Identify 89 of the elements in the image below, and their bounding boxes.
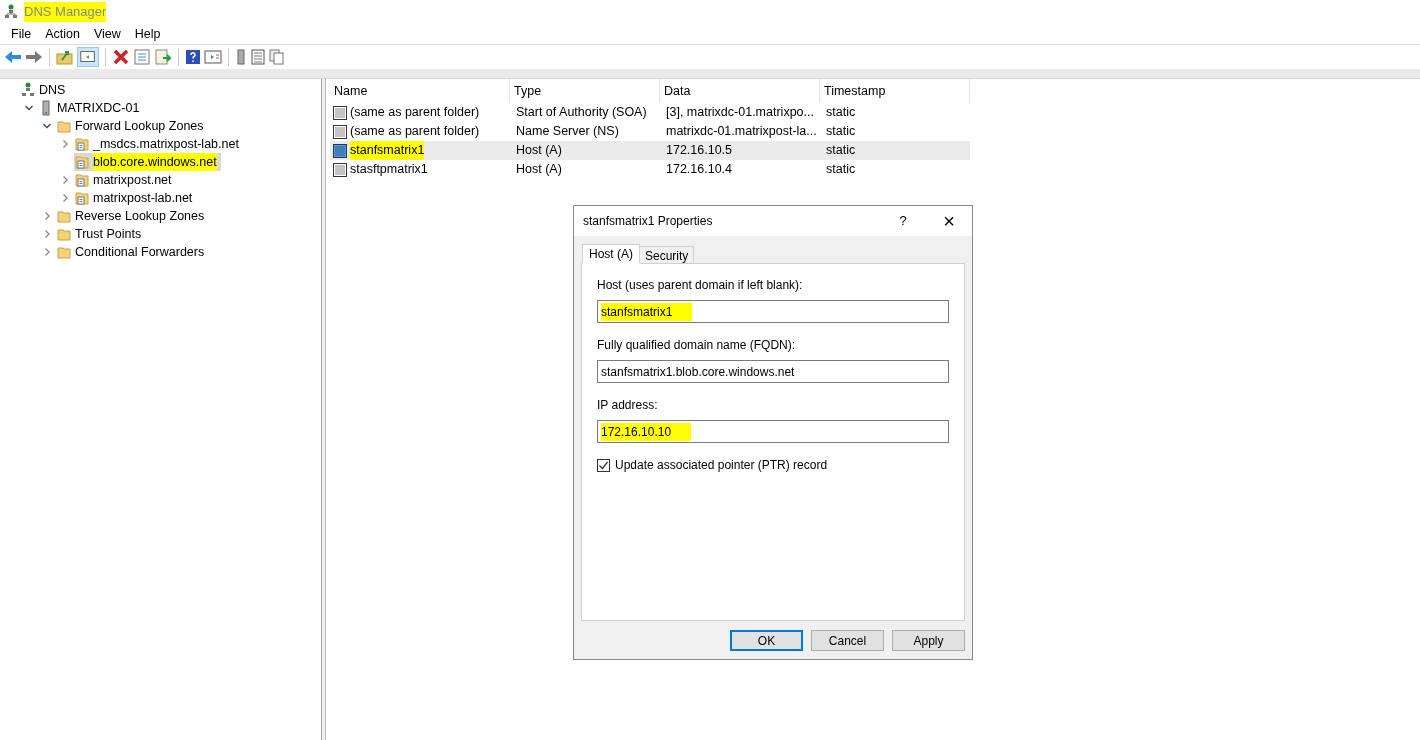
folder-icon	[57, 118, 71, 134]
menu-item[interactable]: View	[86, 24, 128, 44]
network-icon	[21, 82, 35, 98]
table-row[interactable]: stanfsmatrix1 Host (A) 172.16.10.5 static	[330, 141, 970, 160]
tree-item[interactable]: Forward Lookup Zones	[56, 117, 208, 135]
checkbox-label: Update associated pointer (PTR) record	[615, 457, 828, 474]
dialog-tab[interactable]: Host (A)	[582, 244, 640, 264]
folder-icon	[57, 208, 71, 224]
export-list-icon[interactable]	[154, 49, 172, 65]
column-header[interactable]: Name	[330, 79, 510, 103]
table-cell-text: 172.16.10.4	[665, 161, 734, 179]
window-pane-icon[interactable]	[204, 49, 222, 65]
folder-icon	[57, 244, 71, 260]
folder-up-icon[interactable]	[56, 49, 74, 65]
table-cell-text: (same as parent folder)	[350, 104, 480, 122]
record-icon	[332, 104, 348, 121]
help-icon[interactable]	[185, 49, 201, 65]
record-icon	[332, 142, 348, 159]
close-button[interactable]: ×	[926, 206, 972, 236]
column-header[interactable]: Data	[660, 79, 820, 103]
tree-item[interactable]: DNS	[20, 81, 70, 99]
field-label: Fully qualified domain name (FQDN):	[597, 337, 797, 354]
dialog-title: stanfsmatrix1 Properties	[583, 213, 714, 230]
window-title: DNS Manager	[24, 2, 107, 22]
tree-item[interactable]: blob.core.windows.net	[74, 153, 221, 171]
text-field[interactable]: 172.16.10.10	[597, 420, 949, 443]
field-label: IP address:	[597, 397, 659, 414]
dialog-button[interactable]: Cancel	[811, 630, 884, 651]
menu-item[interactable]: File	[4, 24, 39, 44]
column-header[interactable]: Timestamp	[820, 79, 970, 103]
text-field[interactable]: stanfsmatrix1	[597, 300, 949, 323]
table-cell-text: static	[825, 142, 857, 160]
menu-item[interactable]: Help	[127, 24, 168, 44]
collapse-chevron-icon[interactable]	[42, 121, 52, 131]
record-icon	[332, 123, 348, 140]
help-button[interactable]: ?	[880, 206, 926, 236]
table-cell-text: 172.16.10.5	[665, 142, 734, 160]
field-label: Host (uses parent domain if left blank):	[597, 277, 804, 294]
table-cell: stanfsmatrix1	[350, 141, 425, 160]
server-icon[interactable]	[235, 49, 247, 65]
ptr-checkbox[interactable]	[597, 458, 610, 472]
dialog-button[interactable]: OK	[730, 630, 803, 651]
tree-item[interactable]: MATRIXDC-01	[38, 99, 144, 117]
table-cell-text: Host (A)	[515, 142, 563, 160]
dialog-button[interactable]: Apply	[892, 630, 965, 651]
tree-item[interactable]: Trust Points	[56, 225, 146, 243]
table-cell-text: (same as parent folder)	[350, 123, 480, 141]
record-icon	[332, 161, 348, 178]
list-icon[interactable]	[250, 49, 266, 65]
zone-folder-icon	[75, 190, 89, 206]
column-header[interactable]: Type	[510, 79, 660, 103]
menu-item[interactable]: Action	[38, 24, 87, 44]
copy-icon[interactable]	[269, 49, 285, 65]
tree-item[interactable]: Conditional Forwarders	[56, 243, 209, 261]
table-cell-text: Start of Authority (SOA)	[515, 104, 648, 122]
text-field[interactable]: stanfsmatrix1.blob.core.windows.net	[597, 360, 949, 383]
expand-chevron-icon[interactable]	[60, 193, 70, 203]
tree-item[interactable]: matrixpost.net	[74, 171, 176, 189]
table-cell-text: Name Server (NS)	[515, 123, 620, 141]
expand-chevron-icon[interactable]	[60, 175, 70, 185]
table-row[interactable]: (same as parent folder) Name Server (NS) matrixdc-01.matrixpost-la... static	[330, 122, 970, 141]
expand-chevron-icon[interactable]	[60, 139, 70, 149]
collapse-chevron-icon[interactable]	[24, 103, 34, 113]
back-arrow-icon[interactable]	[4, 50, 22, 64]
panel-toggle-icon[interactable]	[77, 47, 99, 67]
table-cell-text: static	[825, 123, 857, 141]
table-cell-text: stasftpmatrix1	[350, 161, 428, 179]
table-cell-text: [3], matrixdc-01.matrixpo...	[665, 104, 815, 122]
dialog-tab[interactable]: Security	[639, 246, 695, 264]
server-icon	[39, 100, 53, 116]
table-cell-text: static	[825, 104, 857, 122]
tree-item[interactable]: Reverse Lookup Zones	[56, 207, 209, 225]
zone-folder-icon	[75, 136, 89, 152]
expand-chevron-icon[interactable]	[42, 211, 52, 221]
forward-arrow-icon[interactable]	[25, 50, 43, 64]
delete-icon[interactable]	[112, 49, 130, 65]
table-row[interactable]: stasftpmatrix1 Host (A) 172.16.10.4 static	[330, 160, 970, 179]
table-row[interactable]: (same as parent folder) Start of Authority (SOA) [3], matrixdc-01.matrixpo... static	[330, 103, 970, 122]
table-cell-text: static	[825, 161, 857, 179]
table-cell-text: matrixdc-01.matrixpost-la...	[665, 123, 818, 141]
app-icon	[4, 4, 18, 20]
zone-folder-icon	[75, 154, 89, 170]
expand-chevron-icon[interactable]	[42, 247, 52, 257]
expand-chevron-icon[interactable]	[42, 229, 52, 239]
tree-item[interactable]: _msdcs.matrixpost-lab.net	[74, 135, 243, 153]
zone-folder-icon	[75, 172, 89, 188]
table-cell-text: Host (A)	[515, 161, 563, 179]
tree-item[interactable]: matrixpost-lab.net	[74, 189, 197, 207]
folder-icon	[57, 226, 71, 242]
